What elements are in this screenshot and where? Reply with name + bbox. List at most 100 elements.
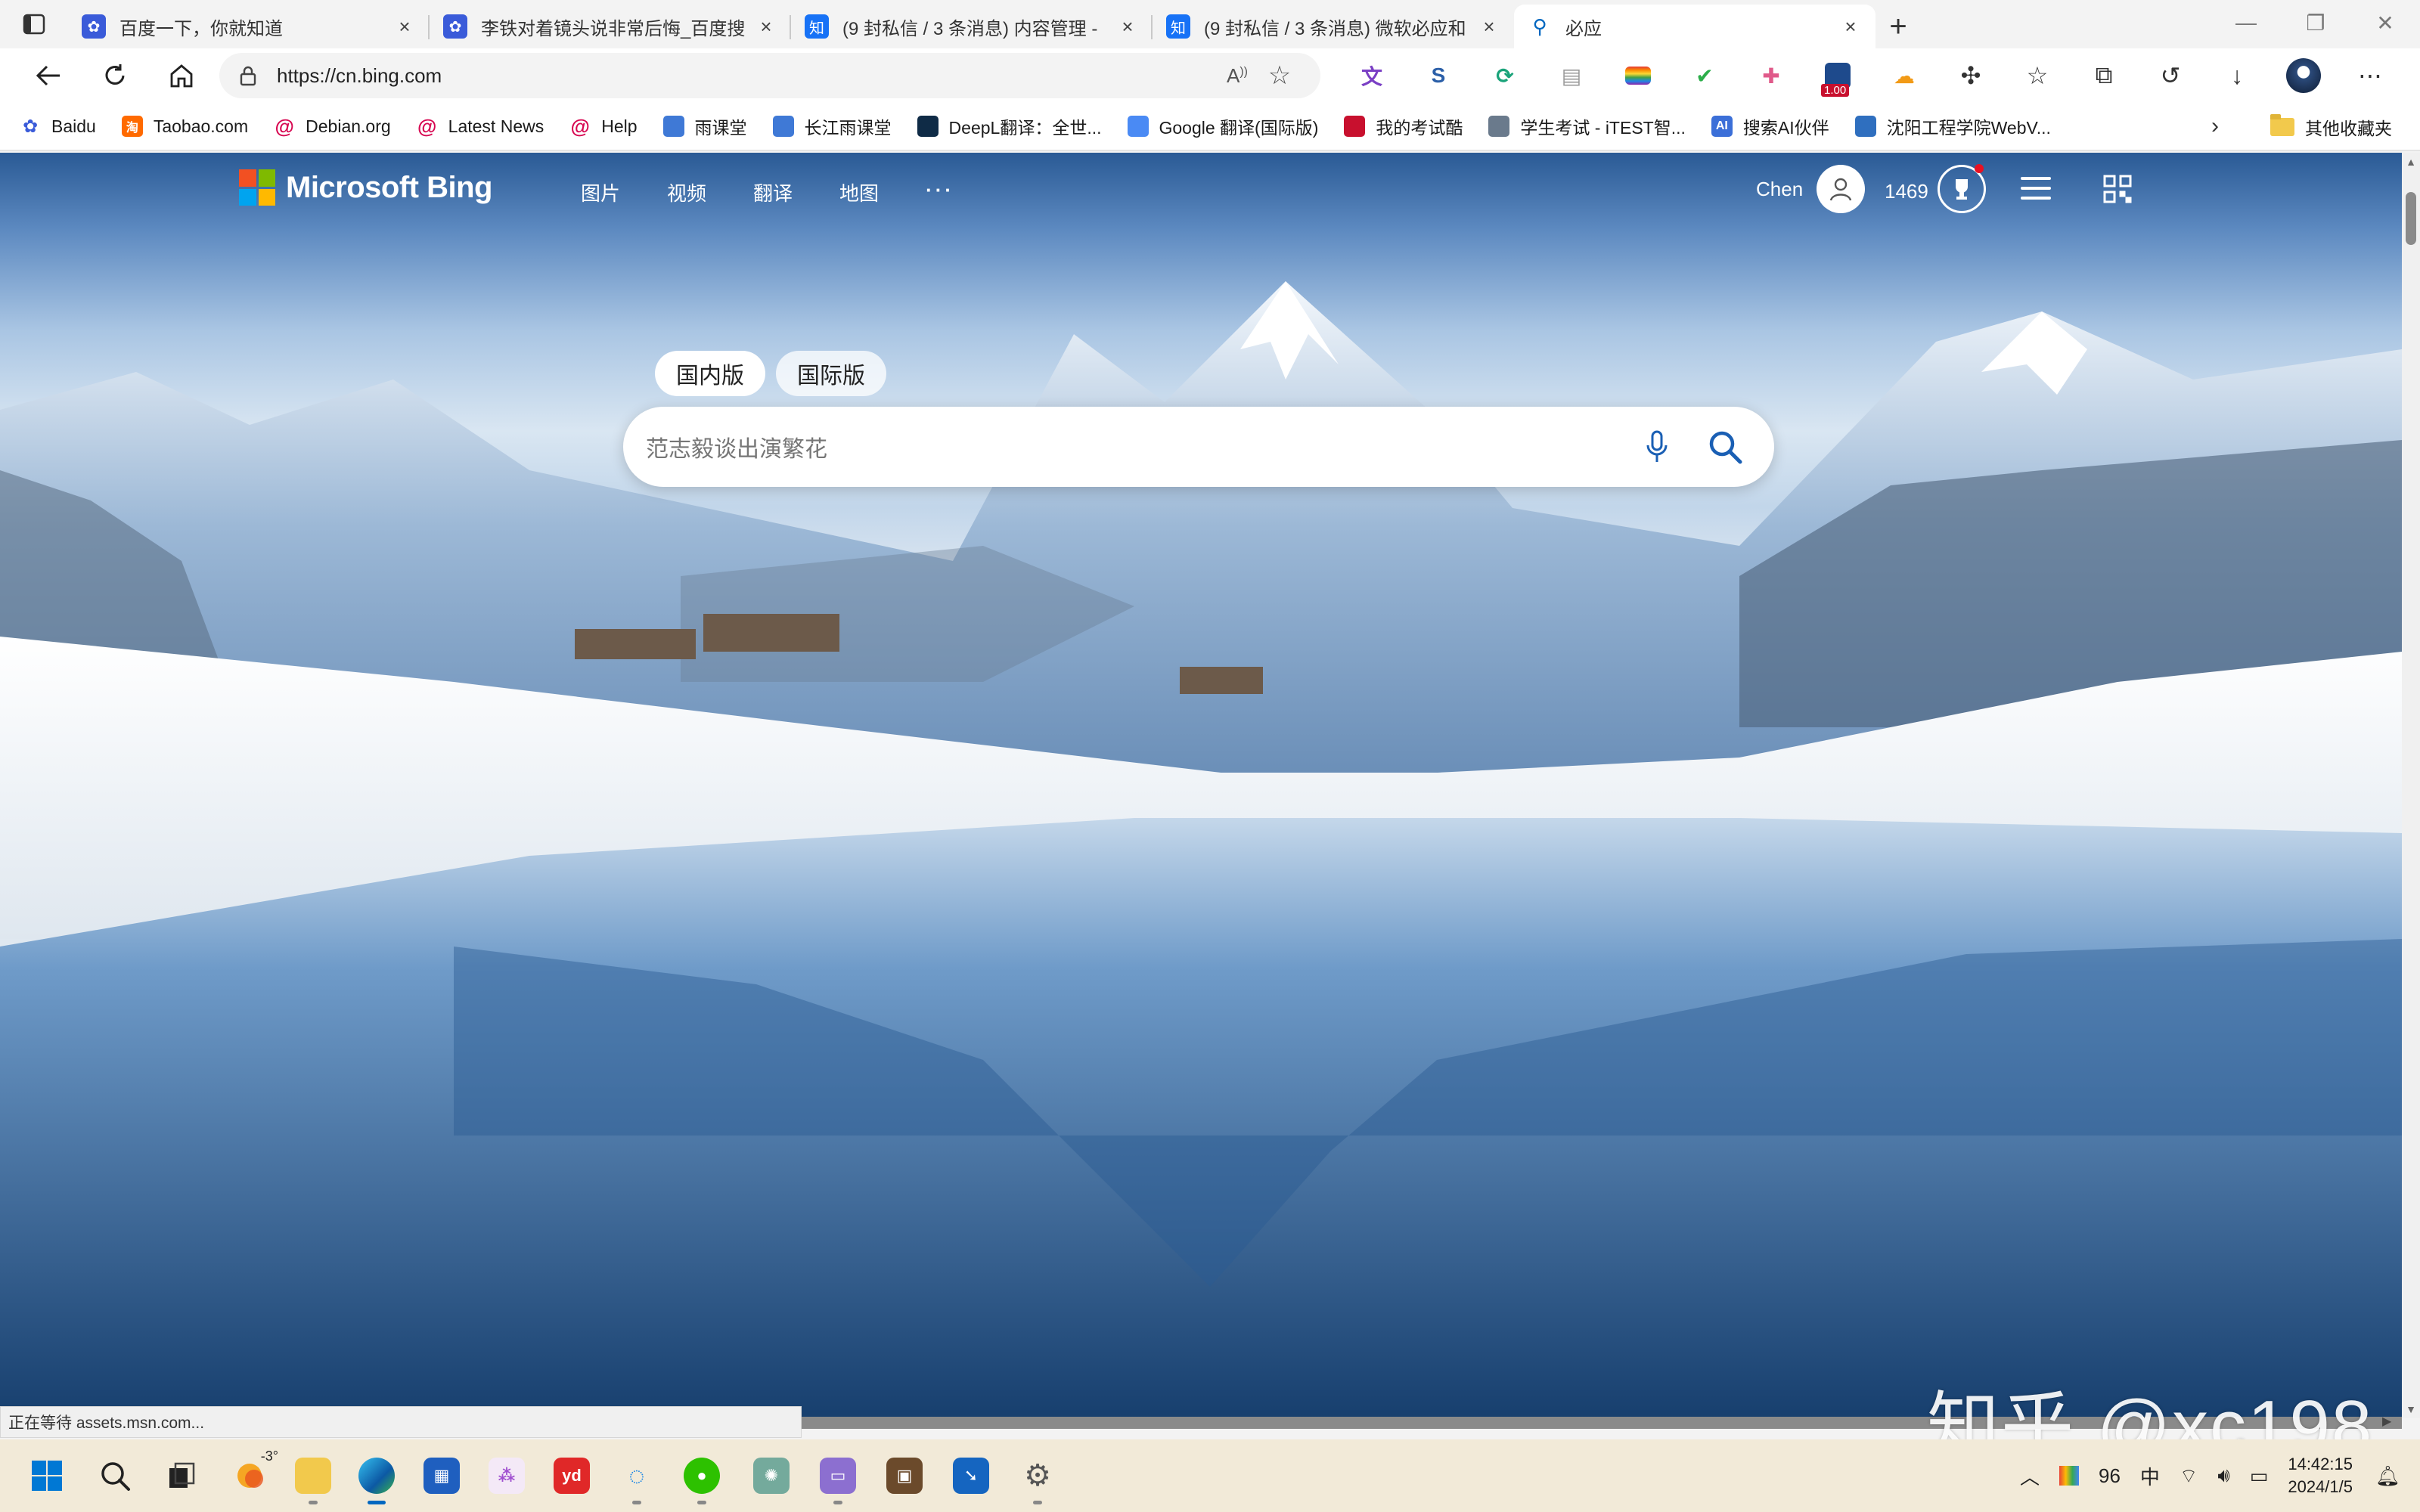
notification-bell-icon[interactable]: 🔔︎ [2375,1464,2400,1488]
nav-more-button[interactable]: ··· [926,178,954,206]
avatar [1817,165,1866,213]
s-ext-button[interactable]: S [1405,51,1472,100]
taskbar-app-blue[interactable]: ➘ [947,1452,995,1500]
taskbar-minecraft[interactable]: ▣ [880,1452,929,1500]
close-tab-icon[interactable]: × [1839,15,1862,38]
speaker-icon[interactable]: 🔊︎ [2217,1464,2229,1488]
refresh-ext-button[interactable]: ⟳ [1472,51,1538,100]
favorite-item[interactable]: 长江雨课堂 [772,113,892,139]
tab-domestic[interactable]: 国内版 [655,351,765,396]
favorite-item[interactable]: @ Debian.org [274,115,390,138]
user-account-button[interactable]: Chen [1756,165,1866,213]
nav-images[interactable]: 图片 [581,178,620,206]
collections-button[interactable]: ⧉ [2071,51,2137,100]
favorite-item[interactable]: 沈阳工程学院WebV... [1854,113,2051,139]
taskbar-file-explorer[interactable] [289,1452,337,1504]
taskbar-wechat[interactable]: ● [678,1452,726,1504]
menu-button[interactable] [2021,177,2051,206]
address-bar[interactable]: https://cn.bing.com A)) ☆ [219,53,1320,98]
color-palette-ext-button[interactable] [1605,51,1671,100]
scroll-right-arrow-icon[interactable]: ▶ [2382,1414,2391,1429]
start-button[interactable] [23,1452,71,1500]
taskbar-qq[interactable]: ◌ [613,1452,661,1504]
favorite-item[interactable]: DeepL翻译：全世... [917,113,1102,139]
browser-tab[interactable]: ✿ 李铁对着镜头说非常后悔_百度搜 × [430,5,791,48]
favorite-item[interactable]: 学生考试 - iTEST智... [1488,113,1686,139]
search-button[interactable] [1691,413,1759,481]
vertical-scrollbar[interactable]: ▲ ▼ [2402,153,2420,1418]
ime-indicator[interactable]: 中 [2140,1462,2160,1490]
new-tab-button[interactable]: + [1876,5,1921,48]
favorite-item[interactable]: 我的考试酷 [1344,113,1463,139]
browser-tab[interactable]: 知 (9 封私信 / 3 条消息) 内容管理 - × [791,5,1153,48]
read-aloud-button[interactable]: A)) [1216,64,1258,88]
nav-maps[interactable]: 地图 [839,178,879,206]
puzzle-extensions-button[interactable]: ✣ [1938,51,2004,100]
scroll-up-arrow-icon[interactable]: ▲ [2402,156,2420,168]
battery-icon[interactable]: ▭ [2250,1464,2269,1488]
taskbar-search-button[interactable] [91,1452,139,1500]
scrollbar-thumb[interactable] [2406,192,2416,245]
favorite-item[interactable]: @ Latest News [417,115,544,138]
taskbar-app-purple[interactable]: ▭ [814,1452,862,1504]
back-button[interactable] [15,51,82,100]
scroll-down-arrow-icon[interactable]: ▼ [2402,1403,2420,1415]
close-tab-icon[interactable]: × [1478,15,1500,38]
meter-ext-button[interactable]: 1.00 [1804,51,1871,100]
close-tab-icon[interactable]: × [755,15,777,38]
nav-videos[interactable]: 视频 [667,178,706,206]
voice-search-button[interactable] [1623,413,1691,481]
url-text[interactable]: https://cn.bing.com [277,64,1216,88]
profile-avatar-button[interactable] [2270,51,2337,100]
other-favorites-folder[interactable]: 其他收藏夹 [2270,103,2392,151]
qr-code-button[interactable] [2102,174,2133,208]
rewards-points[interactable]: 1469 [1885,180,1928,203]
taskbar-chatgpt[interactable]: ✺ [747,1452,796,1500]
tray-number[interactable]: 96 [2099,1464,2121,1488]
close-tab-icon[interactable]: × [1116,15,1139,38]
favorite-item[interactable]: @ Help [569,115,638,138]
home-button[interactable] [148,51,215,100]
favorite-item[interactable]: 淘 Taobao.com [121,116,248,137]
taskbar-settings[interactable]: ⚙ [1013,1452,1062,1504]
taskbar-youdao[interactable]: yd [548,1452,596,1500]
favorite-item[interactable]: ✿ Baidu [20,116,96,137]
tab-international[interactable]: 国际版 [776,351,886,396]
favorite-item[interactable]: AI 搜索AI伙伴 [1711,113,1829,139]
favorite-star-button[interactable]: ☆ [1258,60,1301,91]
taskbar-store[interactable]: ▦ [417,1452,466,1500]
nav-translate[interactable]: 翻译 [753,178,793,206]
restore-button[interactable]: ❐ [2281,0,2350,45]
clock[interactable]: 14:42:15 2024/1/5 [2288,1453,2353,1498]
browser-tab[interactable]: ⚲ 必应 × [1514,5,1876,48]
medkit-ext-button[interactable]: ✚ [1738,51,1804,100]
refresh-button[interactable] [82,51,148,100]
shield-check-ext-button[interactable]: ✔ [1671,51,1738,100]
taskbar-copilot-app[interactable]: ⁂ [482,1452,531,1500]
minimize-button[interactable]: — [2211,0,2281,45]
browser-tab[interactable]: 知 (9 封私信 / 3 条消息) 微软必应和 × [1153,5,1514,48]
bing-logo[interactable]: Microsoft Bing [239,169,492,206]
history-button[interactable]: ↺ [2137,51,2204,100]
taskbar-edge[interactable] [352,1452,401,1504]
favorite-item[interactable]: 雨课堂 [662,113,747,139]
favorite-item[interactable]: Google 翻译(国际版) [1127,113,1318,139]
search-input[interactable]: 范志毅谈出演繁花 [623,407,1774,487]
tab-actions-button[interactable] [0,0,68,48]
translate-ext-button[interactable]: 文 [1339,51,1405,100]
close-tab-icon[interactable]: × [393,15,416,38]
favorites-overflow-button[interactable]: › [2211,113,2219,139]
document-ext-button[interactable]: ▤ [1538,51,1605,100]
more-menu-button[interactable]: ⋯ [2337,51,2403,100]
tray-app-icon[interactable] [2059,1466,2079,1486]
show-hidden-icons-button[interactable]: ︿ [2020,1462,2040,1490]
favorites-button[interactable]: ☆ [2004,51,2071,100]
task-view-button[interactable] [157,1452,206,1500]
close-window-button[interactable]: ✕ [2350,0,2420,45]
rewards-button[interactable] [1938,164,1986,213]
cloud-ext-button[interactable]: ☁ [1871,51,1938,100]
download-button[interactable]: ↓ [2204,51,2270,100]
weather-widget[interactable]: -3° [225,1448,278,1500]
wifi-icon[interactable]: ⌔ [2180,1464,2198,1489]
browser-tab[interactable]: ✿ 百度一下，你就知道 × [68,5,430,48]
